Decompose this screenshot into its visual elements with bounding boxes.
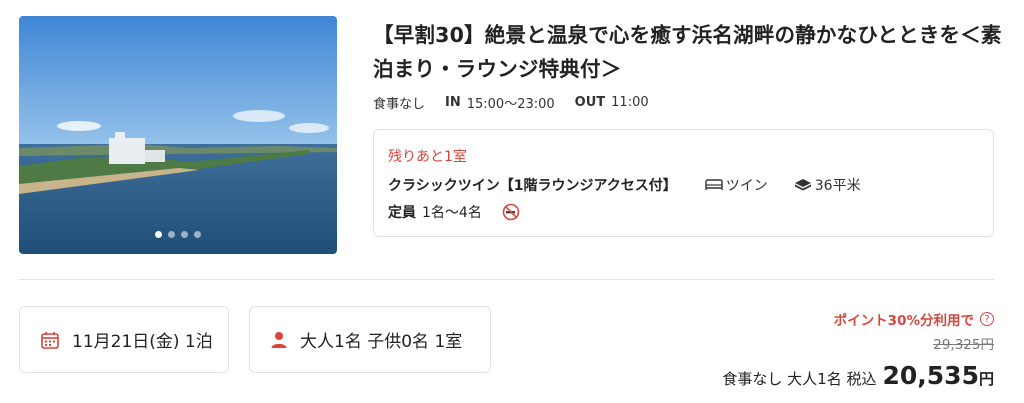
no-smoking-icon (502, 203, 520, 221)
plan-meta: 食事なし IN 15:00〜23:00 OUT 11:00 (373, 93, 649, 112)
person-icon (270, 331, 288, 349)
capacity-row: 定員 1名〜4名 (388, 202, 520, 222)
point-note-text: ポイント30%分利用で (833, 313, 974, 329)
price-amount: 20,535 (882, 361, 979, 390)
bed-icon (705, 179, 723, 190)
checkout-time: 11:00 (611, 95, 649, 110)
final-price: 食事なし 大人1名 税込 20,535 円 (722, 361, 994, 390)
meal-info: 食事なし (373, 97, 426, 112)
carousel-dot[interactable] (194, 231, 201, 238)
rooms-remaining: 残りあと1室 (388, 149, 467, 165)
plan-title[interactable]: 【早割30】絶景と温泉で心を癒す浜名湖畔の静かなひとときを＜素泊まり・ラウンジ特… (373, 18, 1003, 86)
guest-value: 大人1名 子供0名 1室 (300, 332, 463, 352)
bed-type: ツイン (705, 175, 768, 195)
carousel-dot[interactable] (168, 231, 175, 238)
hotel-photo-carousel[interactable] (19, 16, 337, 254)
hotel-photo (19, 16, 337, 254)
room-name: クラシックツイン【1階ラウンジアクセス付】 (388, 178, 677, 194)
point-discount-note: ポイント30%分利用で ? (834, 309, 994, 329)
checkin-label: IN (445, 95, 461, 110)
carousel-dot[interactable] (155, 231, 162, 238)
checkin-time: 15:00〜23:00 (466, 97, 555, 112)
price-label: 食事なし 大人1名 税込 (722, 370, 877, 388)
capacity-value: 1名〜4名 (422, 205, 482, 221)
bed-type-label: ツイン (725, 178, 768, 194)
original-price: 29,325円 (933, 337, 994, 353)
section-divider (19, 279, 994, 280)
carousel-dots (19, 231, 337, 238)
calendar-icon (40, 330, 60, 350)
room-size: 36平米 (794, 175, 861, 195)
date-selector[interactable]: 11月21日(金) 1泊 (19, 306, 229, 373)
date-value: 11月21日(金) 1泊 (72, 332, 213, 352)
room-info-row: クラシックツイン【1階ラウンジアクセス付】 ツイン 36平米 (388, 175, 861, 195)
help-icon[interactable]: ? (980, 312, 994, 326)
guest-selector[interactable]: 大人1名 子供0名 1室 (249, 306, 491, 373)
capacity-label: 定員 (388, 205, 416, 221)
room-size-label: 36平米 (814, 178, 861, 194)
carousel-dot[interactable] (181, 231, 188, 238)
room-card[interactable]: 残りあと1室 クラシックツイン【1階ラウンジアクセス付】 ツイン 36平米 定員… (373, 129, 994, 237)
price-currency: 円 (978, 370, 994, 388)
checkout-label: OUT (574, 95, 606, 110)
room-size-icon (794, 179, 811, 191)
